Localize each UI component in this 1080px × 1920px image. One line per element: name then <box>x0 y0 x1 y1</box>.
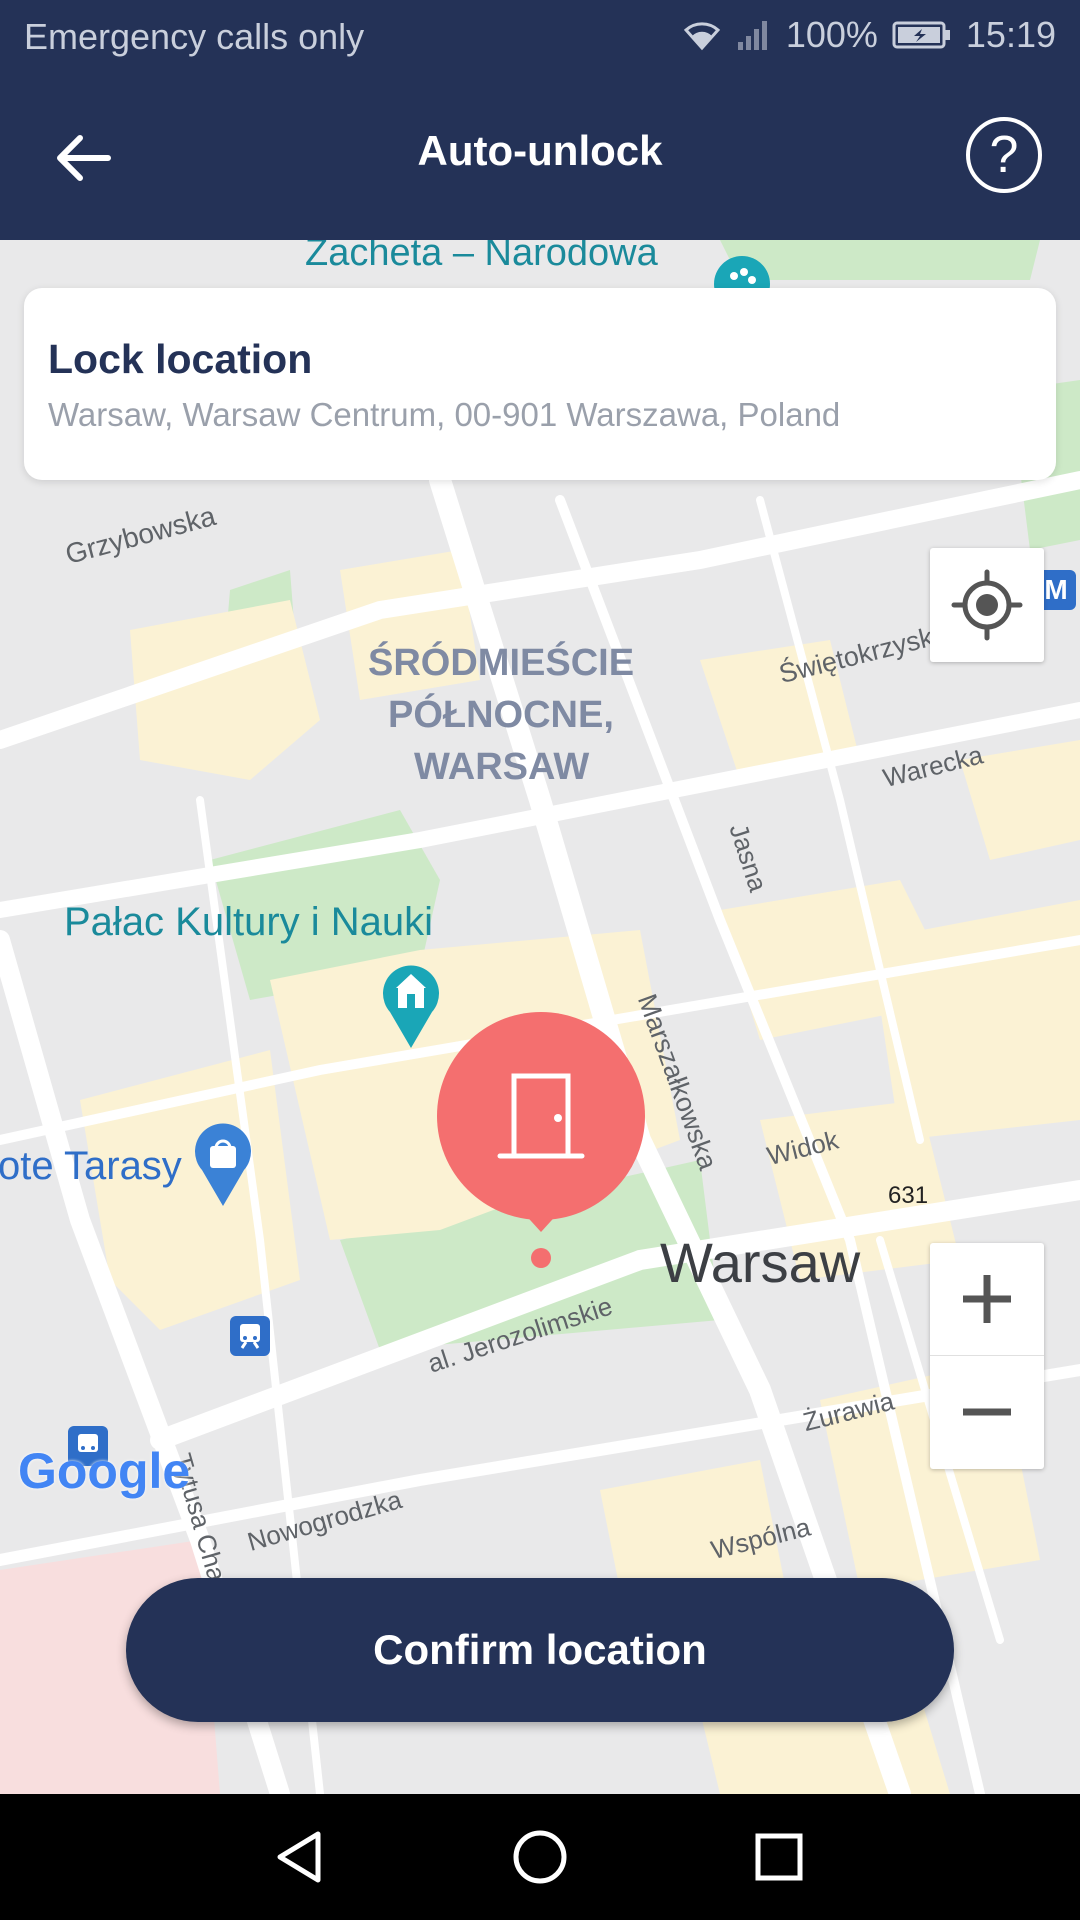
app-bar: Auto-unlock ? <box>0 75 1080 240</box>
battery-percent: 100% <box>785 14 878 55</box>
plus-icon <box>963 1275 1011 1323</box>
shopping-poi-icon <box>195 1123 251 1206</box>
status-bar: Emergency calls only 100% 15:19 <box>0 0 1080 75</box>
nav-back-button[interactable] <box>266 1824 332 1890</box>
map-label-district-3: WARSAW <box>414 746 590 788</box>
nav-home-button[interactable] <box>507 1824 573 1890</box>
crosshair-icon <box>951 569 1023 641</box>
wifi-icon <box>682 18 722 52</box>
lock-location-address: Warsaw, Warsaw Centrum, 00-901 Warszawa,… <box>48 396 841 433</box>
map-label-route-631: 631 <box>888 1182 929 1209</box>
map-label-tarasy: ote Tarasy <box>0 1144 182 1188</box>
confirm-location-button[interactable]: Confirm location <box>126 1578 954 1722</box>
battery-icon <box>892 20 952 50</box>
museum-poi-icon <box>383 965 439 1048</box>
page-title: Auto-unlock <box>417 127 663 174</box>
map-label-warsaw: Warsaw <box>660 1231 861 1294</box>
map-label-district-2: PÓŁNOCNE, <box>388 694 614 736</box>
signal-icon <box>736 18 772 52</box>
help-button[interactable]: ? <box>966 117 1042 193</box>
map-label-palac: Pałac Kultury i Nauki <box>64 900 434 944</box>
status-icons: 100% 15:19 <box>682 14 1056 56</box>
home-circle-icon <box>513 1830 567 1884</box>
map-label-zacheta: Zacheta – Narodowa <box>305 240 658 274</box>
train-station-icon <box>230 1316 270 1356</box>
lock-location-card: Lock location Warsaw, Warsaw Centrum, 00… <box>24 288 1056 480</box>
zoom-out-button[interactable] <box>930 1356 1044 1469</box>
my-location-button[interactable] <box>930 548 1044 662</box>
system-nav-bar <box>0 1794 1080 1920</box>
zoom-controls <box>930 1243 1044 1469</box>
carrier-text: Emergency calls only <box>24 16 365 57</box>
question-mark-icon: ? <box>989 126 1019 184</box>
nav-recents-button[interactable] <box>746 1824 812 1890</box>
lock-location-title: Lock location <box>48 336 313 382</box>
recents-square-icon <box>755 1833 803 1881</box>
google-logo: Google <box>18 1443 191 1499</box>
back-triangle-icon <box>277 1831 321 1883</box>
map-label-district-1: ŚRÓDMIEŚCIE <box>368 642 635 684</box>
door-lock-marker-icon[interactable] <box>434 1010 648 1270</box>
minus-icon <box>963 1408 1011 1416</box>
clock: 15:19 <box>965 14 1056 55</box>
zoom-in-button[interactable] <box>930 1243 1044 1356</box>
